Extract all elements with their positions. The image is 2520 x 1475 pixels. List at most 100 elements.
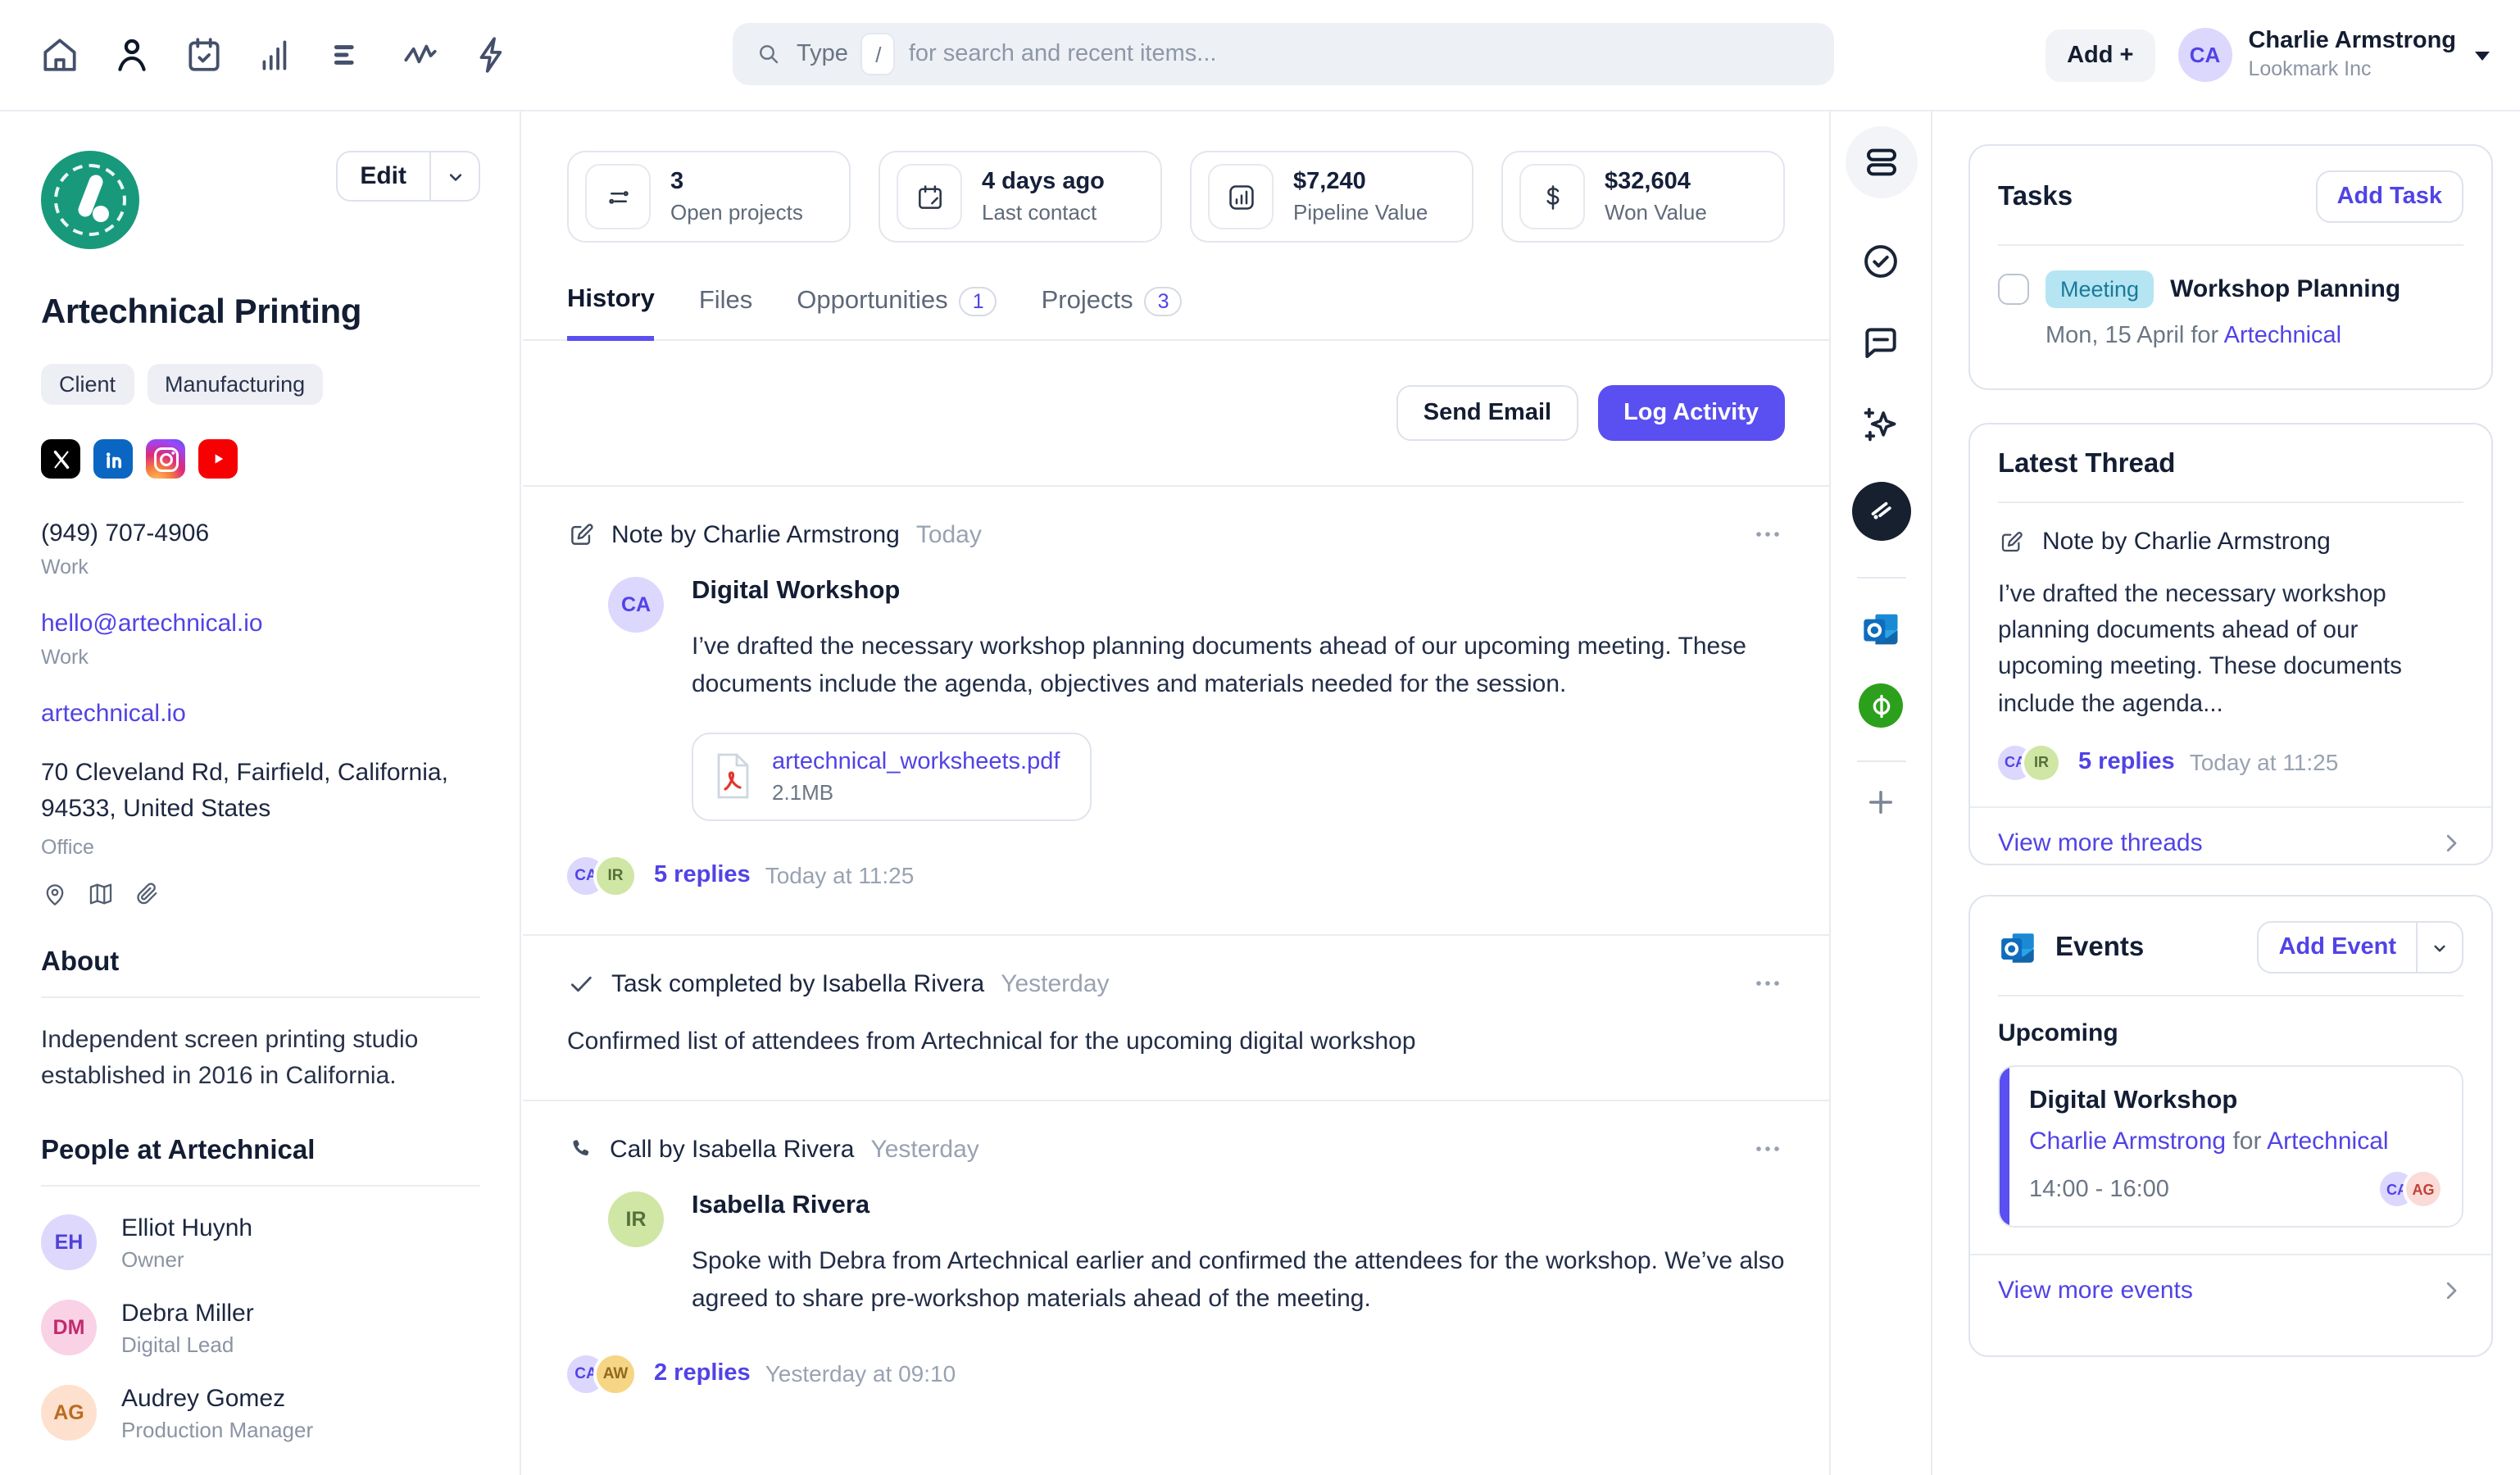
stat-won-value[interactable]: $32,604 Won Value: [1501, 151, 1785, 243]
task-company-link[interactable]: Artechnical: [2224, 323, 2341, 349]
event-organizer-link[interactable]: Charlie Armstrong: [2029, 1128, 2226, 1155]
replies-link[interactable]: 5 replies: [2078, 750, 2175, 776]
paperclip-icon[interactable]: [133, 879, 161, 907]
x-icon[interactable]: [41, 439, 80, 479]
edit-button[interactable]: Edit: [335, 151, 480, 202]
more-options-icon[interactable]: [1750, 1141, 1785, 1157]
add-button[interactable]: Add +: [2046, 29, 2155, 81]
view-more-events-link[interactable]: View more events: [1970, 1254, 2491, 1326]
stat-label: Pipeline Value: [1293, 200, 1428, 225]
automations-icon[interactable]: [472, 34, 513, 75]
event-company-link[interactable]: Artechnical: [2267, 1128, 2388, 1155]
calendar-icon[interactable]: [184, 34, 225, 75]
entry-time: Yesterday: [1001, 969, 1110, 997]
main-nav: [39, 0, 513, 110]
stat-last-contact[interactable]: 4 days ago Last contact: [879, 151, 1162, 243]
add-integration-icon[interactable]: [1864, 785, 1898, 819]
map-icon[interactable]: [87, 879, 115, 907]
tag-list: Client Manufacturing: [41, 364, 480, 405]
outlook-icon[interactable]: [1859, 608, 1902, 651]
attachment-size: 2.1MB: [772, 779, 834, 804]
attachment-name: artechnical_worksheets.pdf: [772, 748, 1060, 774]
send-email-button[interactable]: Send Email: [1396, 385, 1578, 441]
task-row[interactable]: Meeting Workshop Planning: [1998, 270, 2463, 308]
entry-title: Task completed by Isabella Rivera: [611, 969, 985, 997]
stat-pipeline-value[interactable]: $7,240 Pipeline Value: [1190, 151, 1473, 243]
more-options-icon[interactable]: [1750, 974, 1785, 991]
avatar: EH: [41, 1214, 97, 1270]
replies-row: CA IR 5 replies Today at 11:25: [567, 856, 1785, 894]
comment-icon[interactable]: [1860, 323, 1901, 364]
stacked-cards-icon[interactable]: [1845, 126, 1917, 198]
youtube-icon[interactable]: [198, 439, 238, 479]
tasks-card: Tasks Add Task Meeting Workshop Planning…: [1968, 144, 2493, 390]
task-date: Mon, 15 April: [2046, 323, 2185, 349]
person-role: Digital Lead: [121, 1332, 234, 1356]
person-row-debra[interactable]: DM Debra Miller Digital Lead: [41, 1299, 480, 1356]
contacts-icon[interactable]: [111, 34, 152, 75]
website-link[interactable]: artechnical.io: [41, 700, 480, 728]
instagram-icon[interactable]: [146, 439, 185, 479]
event-card[interactable]: Digital Workshop Charlie Armstrong for A…: [1998, 1065, 2463, 1228]
add-event-button[interactable]: Add Event: [2257, 921, 2463, 974]
search-input[interactable]: Type / for search and recent items...: [733, 23, 1834, 85]
location-pin-icon[interactable]: [41, 879, 69, 907]
latest-thread-card: Latest Thread Note by Charlie Armstrong …: [1968, 423, 2493, 865]
home-icon[interactable]: [39, 34, 80, 75]
log-activity-button[interactable]: Log Activity: [1597, 385, 1785, 441]
thread-heading: Latest Thread: [1998, 449, 2176, 479]
quickbooks-icon[interactable]: [1859, 683, 1903, 728]
reports-icon[interactable]: [256, 34, 297, 75]
attachment-card[interactable]: artechnical_worksheets.pdf 2.1MB: [692, 732, 1092, 820]
tag-client[interactable]: Client: [41, 364, 134, 405]
phone-label: Work: [41, 556, 89, 579]
entry-title: Note by Charlie Armstrong: [611, 521, 900, 549]
more-options-icon[interactable]: [1750, 526, 1785, 542]
replies-link[interactable]: 2 replies: [654, 1360, 751, 1386]
circle-check-icon[interactable]: [1860, 241, 1901, 282]
replies-time: Today at 11:25: [765, 862, 915, 888]
calendar-icon: [897, 164, 962, 229]
topbar-right: Add + CA Charlie Armstrong Lookmark Inc: [2046, 0, 2490, 110]
sparkles-icon[interactable]: [1859, 403, 1902, 446]
tab-files[interactable]: Files: [699, 285, 752, 339]
tab-projects[interactable]: Projects 3: [1042, 285, 1183, 339]
user-menu[interactable]: CA Charlie Armstrong Lookmark Inc: [2177, 27, 2490, 82]
task-body: Confirmed list of attendees from Artechn…: [567, 1027, 1416, 1055]
check-icon: [567, 969, 595, 997]
replies-link[interactable]: 5 replies: [654, 862, 751, 888]
tab-history[interactable]: History: [567, 285, 655, 341]
add-event-chevron-icon[interactable]: [2416, 923, 2462, 972]
view-more-threads-link[interactable]: View more threads: [1970, 806, 2491, 878]
tab-opportunities[interactable]: Opportunities 1: [797, 285, 997, 339]
user-org: Lookmark Inc: [2248, 57, 2372, 81]
call-body: Spoke with Debra from Artechnical earlie…: [692, 1247, 1785, 1314]
stat-label: Last contact: [982, 200, 1097, 225]
task-checkbox[interactable]: [1998, 274, 2029, 305]
search-placeholder-suffix: for search and recent items...: [908, 41, 1217, 67]
event-time: 14:00 - 16:00: [2029, 1176, 2169, 1202]
linkedin-icon[interactable]: [93, 439, 133, 479]
thread-body: I’ve drafted the necessary workshop plan…: [1998, 582, 2402, 718]
lists-icon[interactable]: [328, 34, 369, 75]
bar-chart-icon: [1208, 164, 1274, 229]
timeline-entry-task: Task completed by Isabella Rivera Yester…: [523, 935, 1829, 1101]
add-task-button[interactable]: Add Task: [2315, 170, 2463, 223]
activity-icon[interactable]: [400, 34, 441, 75]
entry-title: Call by Isabella Rivera: [610, 1136, 855, 1164]
events-heading: Events: [2055, 932, 2145, 961]
call-author: Isabella Rivera: [692, 1191, 870, 1219]
email-link[interactable]: hello@artechnical.io: [41, 610, 480, 638]
person-row-elliot[interactable]: EH Elliot Huynh Owner: [41, 1214, 480, 1271]
filter-lines-icon: [585, 164, 651, 229]
stat-open-projects[interactable]: 3 Open projects: [567, 151, 851, 243]
user-name: Charlie Armstrong: [2248, 27, 2456, 54]
note-icon: [1998, 529, 2024, 555]
feed-logo-icon[interactable]: [1851, 482, 1910, 541]
stat-value: 3: [670, 169, 684, 195]
tag-manufacturing[interactable]: Manufacturing: [147, 364, 324, 405]
edit-chevron-down-icon[interactable]: [429, 152, 479, 200]
replies-row: CA AW 2 replies Yesterday at 09:10: [567, 1355, 1785, 1392]
person-row-audrey[interactable]: AG Audrey Gomez Production Manager: [41, 1384, 480, 1441]
note-title: Digital Workshop: [692, 577, 901, 605]
